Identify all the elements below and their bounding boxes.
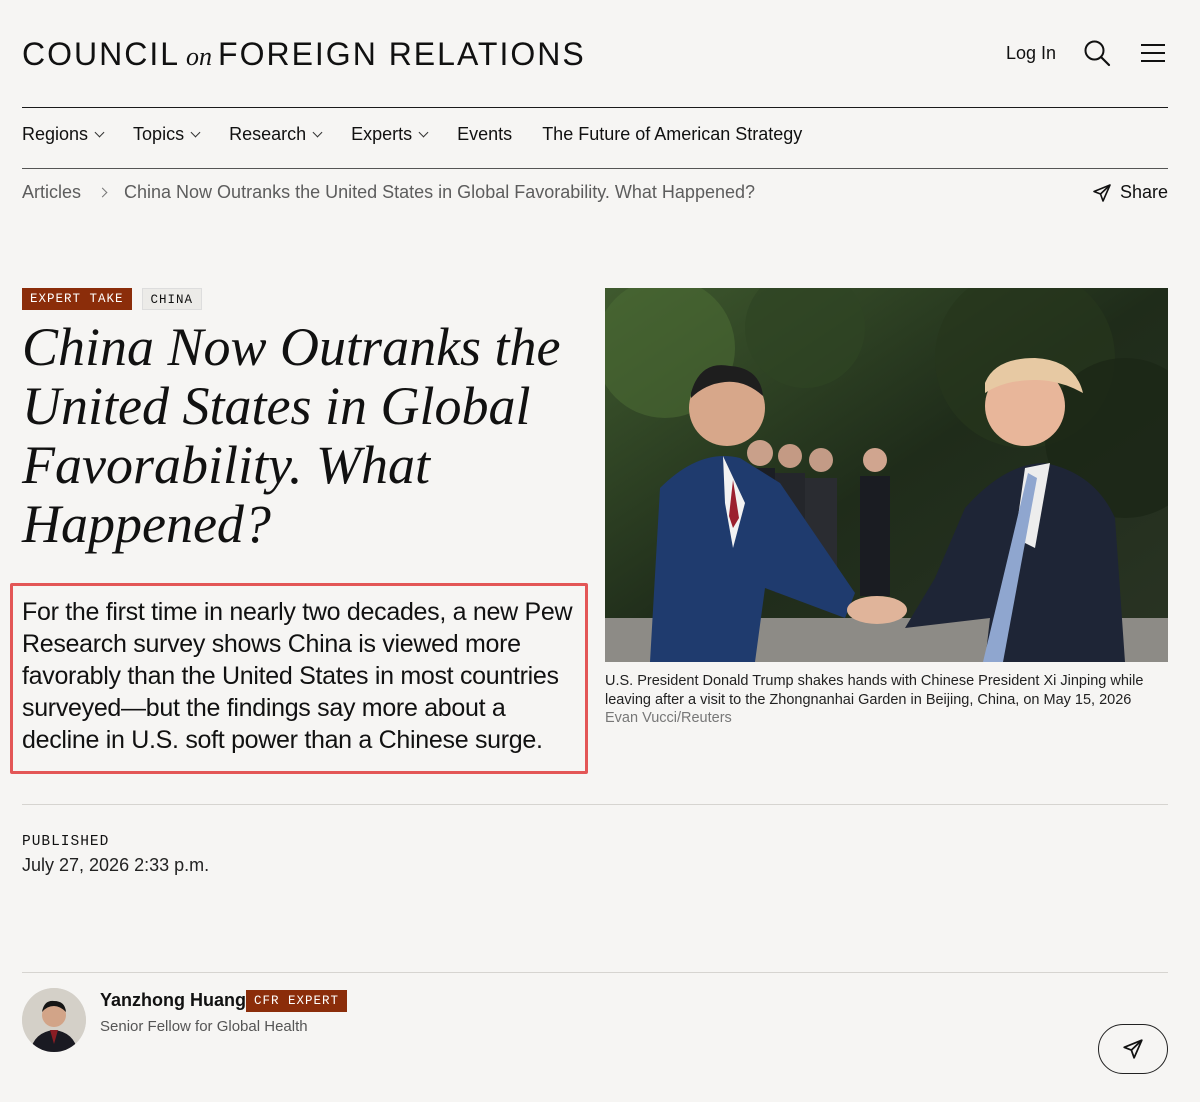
chevron-down-icon xyxy=(190,127,201,138)
photo-caption: U.S. President Donald Trump shakes hands… xyxy=(605,672,1168,728)
caption-text: U.S. President Donald Trump shakes hands… xyxy=(605,673,1144,708)
nav-item-topics[interactable]: Topics xyxy=(133,124,201,145)
logo-text-left: COUNCIL xyxy=(22,36,181,72)
published-label: PUBLISHED xyxy=(22,834,110,850)
nav-item-events[interactable]: Events xyxy=(457,124,512,145)
article-tags: EXPERT TAKE CHINA xyxy=(22,288,203,310)
tag-china[interactable]: CHINA xyxy=(141,288,203,310)
nav-item-label: Experts xyxy=(351,124,413,144)
logo-text-on: on xyxy=(186,42,213,71)
nav-item-label: Regions xyxy=(22,124,89,144)
chevron-down-icon xyxy=(312,127,323,138)
author-divider xyxy=(22,972,1168,973)
tag-expert-take[interactable]: EXPERT TAKE xyxy=(22,288,132,310)
article-summary: For the first time in nearly two decades… xyxy=(22,598,573,754)
breadcrumb-current: China Now Outranks the United States in … xyxy=(124,182,756,202)
author-role: Senior Fellow for Global Health xyxy=(100,1018,308,1035)
article-title: China Now Outranks the United States in … xyxy=(22,317,561,554)
send-icon xyxy=(1123,1039,1143,1059)
share-label: Share xyxy=(1119,182,1168,202)
nav-item-label: The Future of American Strategy xyxy=(542,124,803,144)
cfr-expert-badge: CFR EXPERT xyxy=(246,990,348,1012)
search-icon[interactable] xyxy=(1082,38,1112,68)
breadcrumb: Articles China Now Outranks the United S… xyxy=(22,182,755,203)
chevron-down-icon xyxy=(94,127,105,138)
nav-item-label: Research xyxy=(229,124,307,144)
chevron-right-icon xyxy=(97,187,108,198)
site-logo[interactable]: COUNCIL on FOREIGN RELATIONS xyxy=(22,36,586,73)
header-actions: Log In xyxy=(1006,38,1168,68)
site-header: COUNCIL on FOREIGN RELATIONS Log In xyxy=(22,30,1168,80)
nav-item-label: Events xyxy=(457,124,513,144)
main-nav: Regions Topics Research Experts Events T… xyxy=(22,124,802,145)
header-divider xyxy=(22,107,1168,108)
chevron-down-icon xyxy=(418,127,429,138)
nav-item-regions[interactable]: Regions xyxy=(22,124,105,145)
hamburger-menu-icon[interactable] xyxy=(1138,38,1168,68)
breadcrumb-articles-link[interactable]: Articles xyxy=(22,182,81,203)
logo-text-right: FOREIGN RELATIONS xyxy=(218,36,586,72)
author-avatar[interactable] xyxy=(22,988,86,1052)
send-share-button[interactable] xyxy=(1098,1024,1168,1074)
nav-item-future-american-strategy[interactable]: The Future of American Strategy xyxy=(542,124,802,145)
caption-credit: Evan Vucci/Reuters xyxy=(605,710,732,726)
published-date: July 27, 2026 2:33 p.m. xyxy=(22,855,210,875)
author-name[interactable]: Yanzhong Huang xyxy=(100,990,246,1011)
nav-item-research[interactable]: Research xyxy=(229,124,323,145)
nav-item-experts[interactable]: Experts xyxy=(351,124,429,145)
send-icon xyxy=(1093,183,1111,202)
nav-divider xyxy=(22,168,1168,169)
login-link[interactable]: Log In xyxy=(1006,43,1056,64)
page: COUNCIL on FOREIGN RELATIONS Log In Region… xyxy=(10,0,1168,1102)
published-divider xyxy=(22,804,1168,805)
article-photo xyxy=(605,288,1168,662)
share-button[interactable]: Share xyxy=(1092,182,1168,203)
nav-item-label: Topics xyxy=(133,124,185,144)
